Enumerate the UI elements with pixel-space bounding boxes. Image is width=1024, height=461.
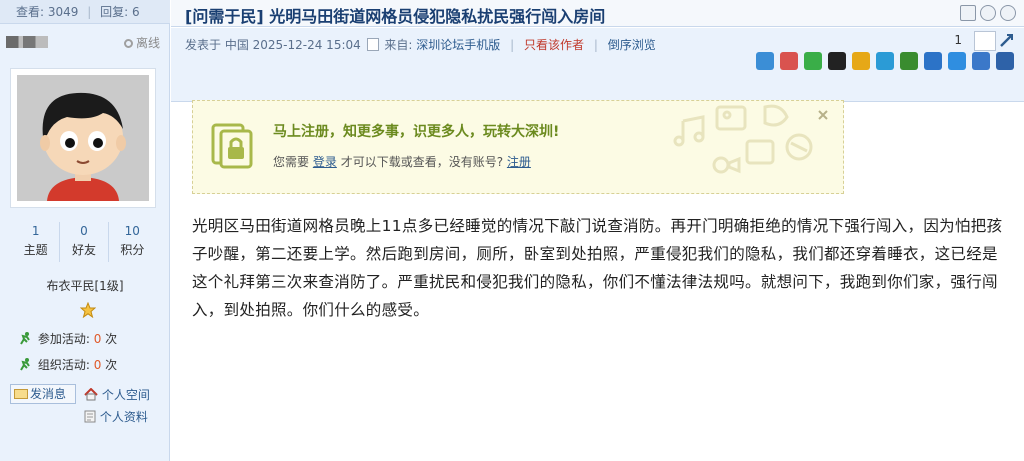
lock-document-icon: [211, 123, 253, 169]
meta-divider: |: [510, 38, 515, 52]
floor-number: 1: [954, 33, 962, 47]
rank-star-icon: [80, 302, 96, 318]
thread-stats: 查看: 3049 | 回复: 6: [0, 0, 170, 24]
from-source-link[interactable]: 深圳论坛手机版: [416, 38, 500, 52]
activity-organized-label: 组织活动:: [37, 358, 90, 372]
share-douban-icon[interactable]: [900, 52, 918, 70]
activity-organized-unit: 次: [105, 358, 118, 372]
cartoon-avatar-icon: [17, 75, 149, 201]
replies-label: 回复:: [100, 5, 129, 19]
print-icon[interactable]: [960, 5, 976, 21]
avatar[interactable]: [10, 68, 156, 208]
home-icon: [84, 387, 98, 401]
share-weibo-icon[interactable]: [852, 52, 870, 70]
broken-image-icon: [366, 38, 379, 51]
from-label: 来自:: [384, 38, 413, 52]
prev-thread-icon[interactable]: [980, 5, 996, 21]
author-line: 离线: [0, 32, 170, 52]
activity-joined-label: 参加活动:: [37, 332, 90, 346]
stats-divider: |: [87, 5, 92, 19]
post-time: 发表于 中国 2025-12-24 15:04: [185, 38, 361, 52]
register-notice: 马上注册，知更多事，识更多人，玩转大深圳! 您需要 登录 才可以下载或查看，没有…: [192, 100, 844, 194]
runner-icon: [20, 332, 30, 345]
activity-organized: 组织活动: 0 次: [18, 356, 117, 373]
views-label: 查看:: [16, 5, 45, 19]
stat-threads-value[interactable]: 1: [12, 222, 59, 240]
stat-points[interactable]: 10 积分: [107, 222, 156, 262]
profile-doc-icon: [84, 410, 96, 423]
share-tqq-icon[interactable]: [948, 52, 966, 70]
stat-points-label: 积分: [120, 243, 145, 257]
user-stats: 1 主题 0 好友 10 积分: [12, 222, 156, 262]
close-icon[interactable]: [817, 109, 829, 121]
post-meta-bar: 发表于 中国 2025-12-24 15:04 来自: 深圳论坛手机版 | 只看…: [171, 28, 1024, 102]
share-pengyou-icon[interactable]: [876, 52, 894, 70]
thread-title[interactable]: [问需于民] 光明马田街道网格员侵犯隐私扰民强行闯入房间: [185, 3, 605, 27]
notice-text-prefix: 您需要: [273, 155, 310, 169]
share-icons: [756, 52, 1014, 70]
personal-profile-label: 个人资料: [99, 410, 148, 424]
floor-jump-input[interactable]: [974, 31, 996, 51]
register-link[interactable]: 注册: [507, 155, 531, 169]
user-rank[interactable]: 布衣平民[1级]: [0, 277, 170, 294]
replies-count: 6: [132, 5, 140, 19]
activity-joined: 参加活动: 0 次: [18, 330, 117, 347]
send-message-button[interactable]: 发消息: [10, 384, 76, 404]
personal-profile-link[interactable]: 个人资料: [84, 408, 148, 425]
envelope-icon: [14, 389, 28, 399]
share-wechat-icon[interactable]: [804, 52, 822, 70]
send-message-label: 发消息: [30, 387, 67, 401]
masked-username: [6, 36, 48, 48]
online-status: 离线: [124, 34, 160, 51]
only-author-link[interactable]: 只看该作者: [524, 38, 584, 52]
personal-space-link[interactable]: 个人空间: [84, 386, 150, 403]
notice-text: 您需要 登录 才可以下载或查看，没有账号? 注册: [273, 153, 531, 170]
share-renren-icon[interactable]: [780, 52, 798, 70]
title-tools: [960, 5, 1016, 21]
share-kaixin-icon[interactable]: [924, 52, 942, 70]
stat-friends-value[interactable]: 0: [60, 222, 107, 240]
stat-friends[interactable]: 0 好友: [59, 222, 107, 262]
meta-divider: |: [593, 38, 598, 52]
decorative-media-icon: [673, 104, 813, 174]
activity-joined-value: 0: [93, 332, 102, 346]
offline-icon: [124, 39, 133, 48]
author-sidebar: 查看: 3049 | 回复: 6 离线 1 主题 0 好友 10 积分 布衣平民…: [0, 0, 170, 461]
avatar-image[interactable]: [17, 75, 149, 201]
share-qzone-icon[interactable]: [756, 52, 774, 70]
post-meta: 发表于 中国 2025-12-24 15:04 来自: 深圳论坛手机版 | 只看…: [185, 36, 656, 53]
share-qq-icon[interactable]: [828, 52, 846, 70]
thread-title-bar: [问需于民] 光明马田街道网格员侵犯隐私扰民强行闯入房间: [171, 0, 1024, 27]
stat-threads-label: 主题: [23, 243, 48, 257]
reverse-order-link[interactable]: 倒序浏览: [608, 38, 656, 52]
online-status-text: 离线: [136, 36, 161, 50]
views-count: 3049: [47, 5, 79, 19]
runner-icon: [20, 358, 30, 371]
personal-space-label: 个人空间: [101, 388, 150, 402]
notice-title: 马上注册，知更多事，识更多人，玩转大深圳!: [273, 124, 560, 140]
jump-arrow-icon[interactable]: [998, 31, 1016, 49]
forum-thread-page: 查看: 3049 | 回复: 6 离线 1 主题 0 好友 10 积分 布衣平民…: [0, 0, 1024, 461]
next-thread-icon[interactable]: [1000, 5, 1016, 21]
activity-joined-unit: 次: [105, 332, 118, 346]
post-content: 光明区马田街道网格员晚上11点多已经睡觉的情况下敲门说查消防。再开门明确拒绝的情…: [192, 217, 1003, 319]
share-people-icon[interactable]: [996, 52, 1014, 70]
stat-points-value[interactable]: 10: [109, 222, 156, 240]
activity-organized-value: 0: [93, 358, 102, 372]
notice-text-middle: 才可以下载或查看，没有账号?: [340, 155, 504, 169]
share-more-icon[interactable]: [972, 52, 990, 70]
stat-friends-label: 好友: [71, 243, 96, 257]
stat-threads[interactable]: 1 主题: [12, 222, 59, 262]
login-link[interactable]: 登录: [313, 155, 337, 169]
